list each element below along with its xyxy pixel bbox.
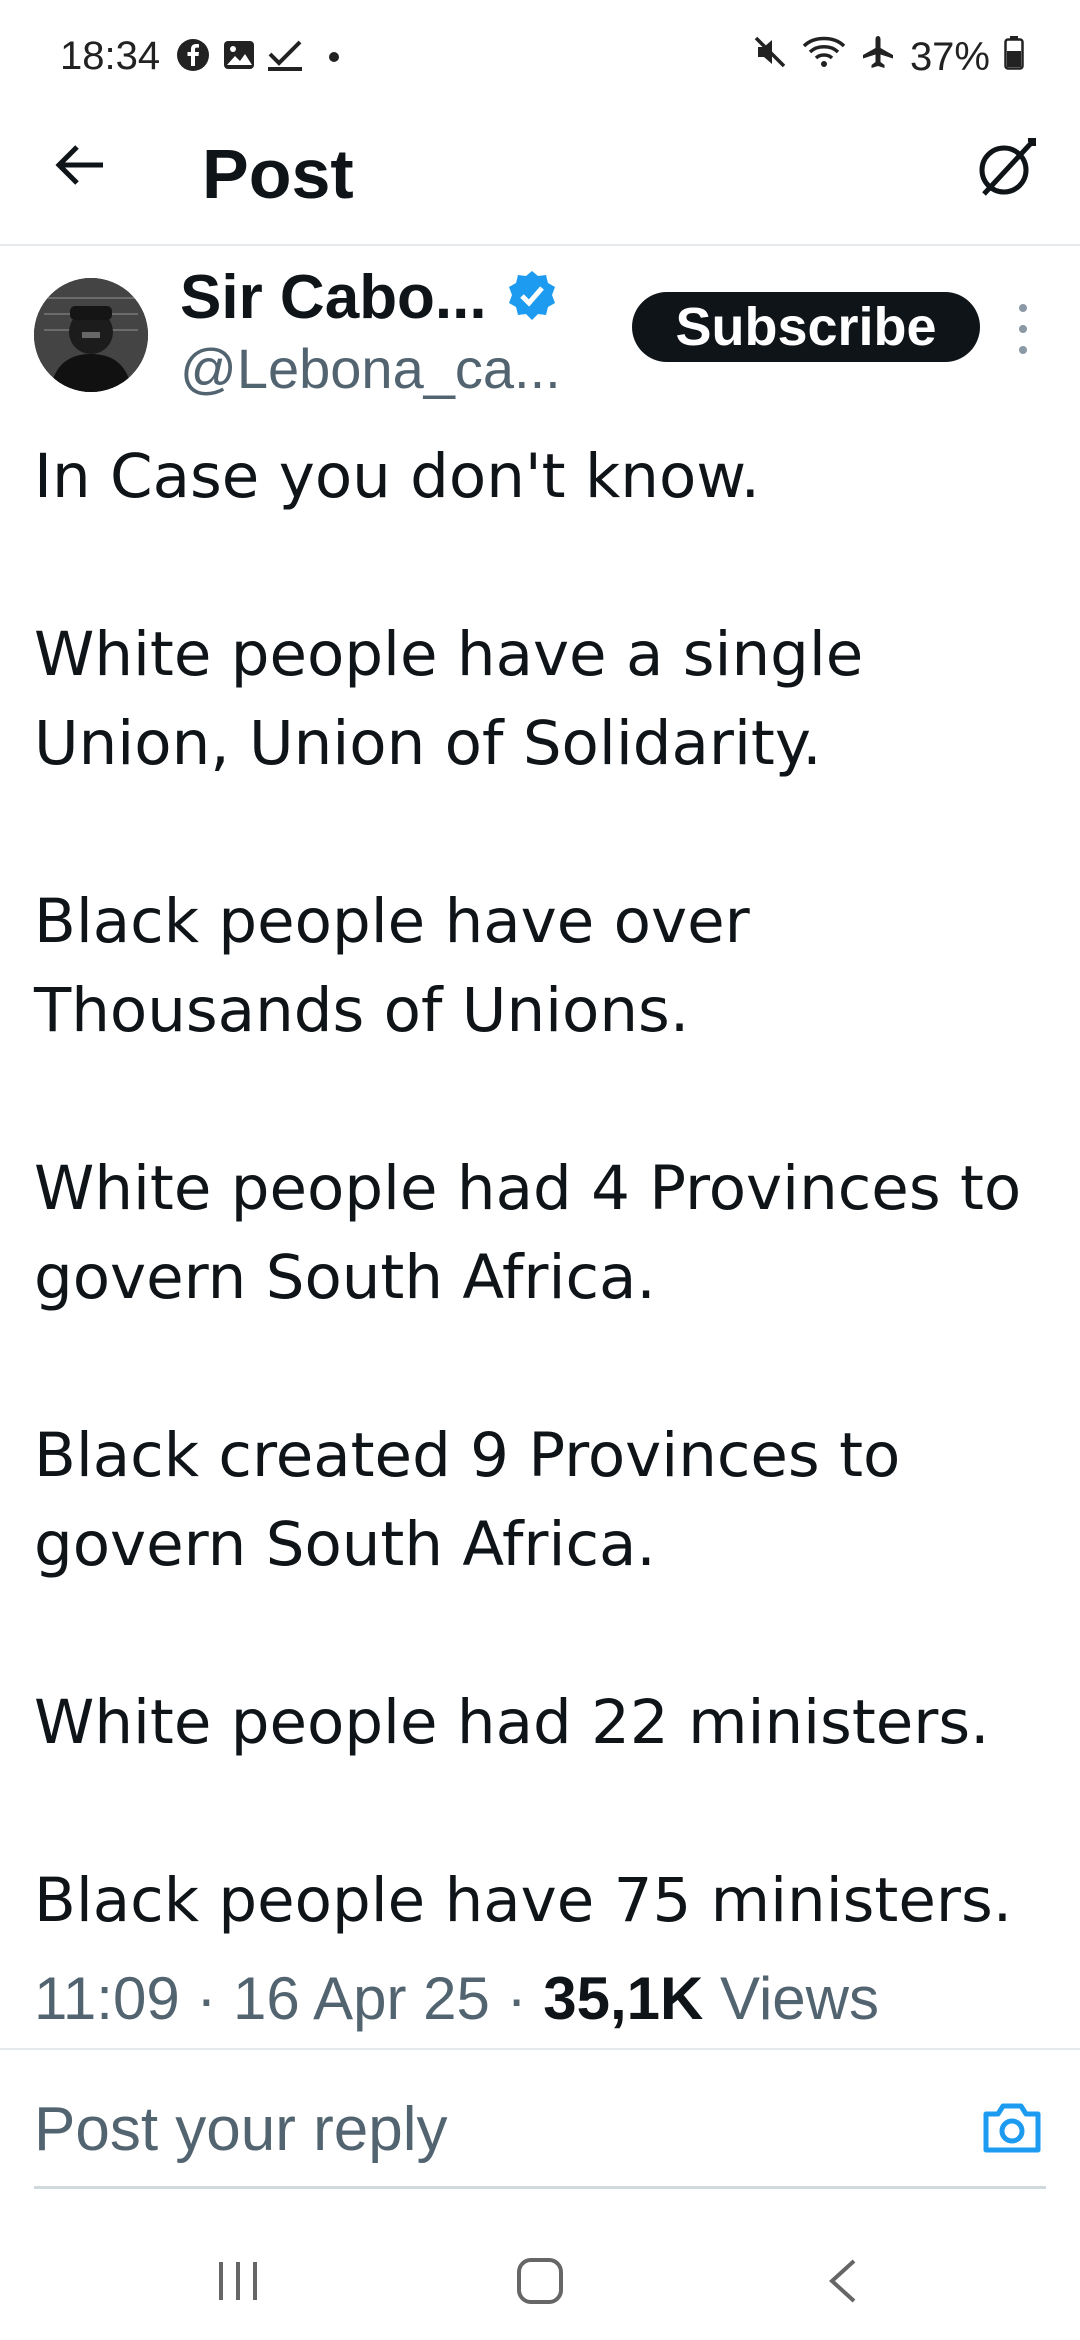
reply-input[interactable]: Post your reply [34, 2094, 448, 2165]
verified-badge-icon [504, 268, 560, 324]
post-text: In Case you don't know. White people hav… [34, 432, 1054, 1945]
post-time: 11:09 [34, 1965, 180, 2032]
post-paragraph: White people had 22 ministers. [34, 1687, 990, 1758]
mute-icon [752, 34, 788, 80]
page-title: Post [202, 135, 354, 213]
meta-separator: · [506, 1965, 527, 2032]
author-name[interactable]: Sir Cabo... [180, 262, 487, 333]
views-count[interactable]: 35,1K [543, 1965, 703, 2032]
post-paragraph: White people had 4 Provinces to govern S… [34, 1153, 1022, 1313]
wifi-icon [802, 34, 846, 80]
app-header: Post [0, 112, 1080, 246]
meta-separator: · [196, 1965, 217, 2032]
author-handle[interactable]: @Lebona_ca... [180, 336, 561, 401]
reply-bar: Post your reply [0, 2048, 1080, 2190]
recent-apps-icon[interactable] [198, 2246, 278, 2316]
post-paragraph: White people have a single Union, Union … [34, 619, 864, 779]
post-paragraph: Black people have over Thousands of Unio… [34, 886, 750, 1046]
system-nav-bar [0, 2220, 1080, 2340]
back-arrow-icon [51, 141, 107, 194]
grok-icon [972, 134, 1040, 207]
grok-button[interactable] [966, 130, 1046, 210]
subscribe-button[interactable]: Subscribe [632, 292, 980, 362]
facebook-icon [176, 38, 210, 77]
post-paragraph: In Case you don't know. [34, 441, 760, 512]
author-row: Sir Cabo... @Lebona_ca... Subscribe [0, 256, 1080, 406]
back-button[interactable] [44, 132, 114, 202]
more-options-icon[interactable] [1008, 304, 1038, 354]
status-right: 37% [752, 34, 1024, 80]
post-paragraph: Black people have 75 ministers. [34, 1865, 1013, 1936]
battery-icon [1004, 34, 1024, 80]
battery-text: 37% [909, 34, 990, 79]
post-meta: 11:09 · 16 Apr 25 · 35,1K Views [34, 1964, 879, 2033]
dot-icon [328, 50, 340, 68]
airplane-icon [860, 34, 896, 80]
reply-underline [34, 2186, 1046, 2189]
views-label: Views [720, 1965, 879, 2032]
back-nav-icon[interactable] [802, 2246, 882, 2316]
status-time: 18:34 [60, 34, 161, 78]
camera-icon[interactable] [980, 2100, 1044, 2156]
gallery-icon [222, 38, 256, 77]
home-icon[interactable] [500, 2246, 580, 2316]
status-bar: 18:34 37% [0, 0, 1080, 112]
post-date: 16 Apr 25 [233, 1965, 490, 2032]
post-paragraph: Black created 9 Provinces to govern Sout… [34, 1420, 901, 1580]
avatar[interactable] [34, 278, 148, 392]
check-icon [266, 38, 306, 77]
